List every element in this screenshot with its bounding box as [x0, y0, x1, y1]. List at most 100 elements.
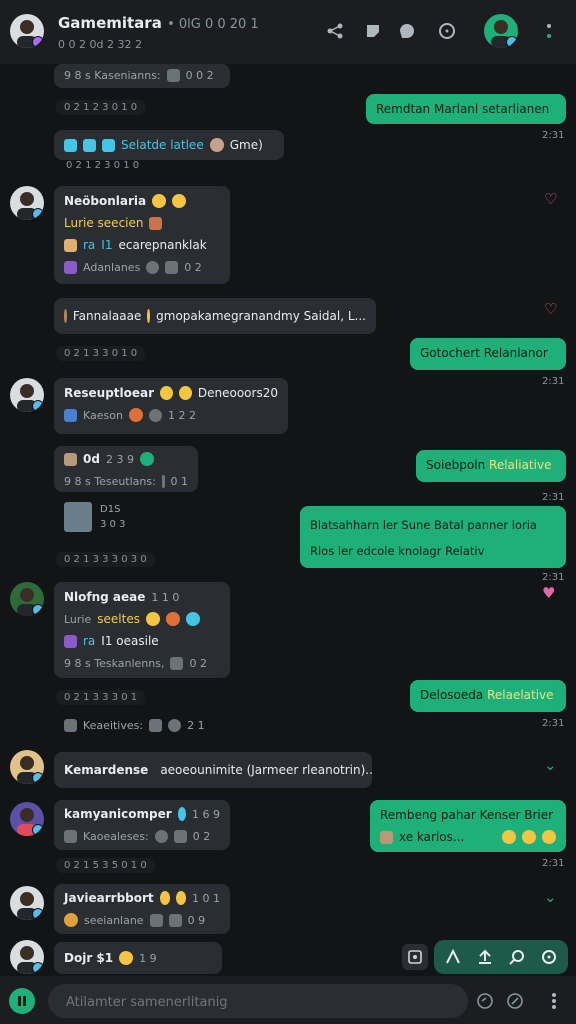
reaction-icon[interactable] [396, 20, 418, 42]
message-meta: 0 9 [187, 913, 206, 927]
message-text: Rembeng pahar Kenser Brier [380, 808, 554, 822]
sender-avatar[interactable] [10, 940, 44, 974]
sender-name: Javiearrbbort [64, 891, 154, 905]
sender-avatar[interactable] [10, 802, 44, 836]
message-time: 2:31 [542, 492, 565, 503]
sender-avatar[interactable] [10, 186, 44, 220]
message-bubble[interactable]: Reseuptloear Deneooors20 Kaeson 1 2 2 [54, 378, 288, 434]
message-text: ra [83, 634, 96, 648]
heart-outline-icon[interactable]: ♡ [544, 300, 557, 318]
message-bubble[interactable]: Nlofng aeae 1 1 0 Lurie seeltes ra I1 oeasi… [54, 582, 230, 678]
emoji-icon [64, 309, 67, 323]
emoji-icon [175, 891, 186, 905]
message-text: Kaoealeses: [83, 829, 149, 843]
message-text: Rlos ler edcole knolagr Relativ [310, 544, 485, 558]
date-separator: 0 2 1 3 3 0 1 0 [56, 346, 146, 361]
message-text: Soiebpoln [426, 458, 486, 472]
message-text: Remdtan Marlanl setarlianen [376, 102, 550, 116]
message-bubble[interactable]: Keaeitives: 2 1 [54, 712, 230, 738]
message-bubble[interactable]: Neöbonlaria Lurie seecien ra I1 ecarepnank… [54, 186, 230, 284]
chat-title-extra: • 0lG 0 0 20 1 [167, 17, 259, 32]
message-extra: Gme) [229, 138, 263, 152]
message-time: 2:31 [542, 376, 565, 387]
gif-icon[interactable] [440, 944, 466, 970]
message-bubble[interactable]: Selatde latlee Gme) [54, 130, 284, 160]
media-meta: 3 0 3 [100, 519, 126, 530]
message-bubble[interactable]: kamyanicomper 1 6 9 Kaoealeses: 0 2 [54, 800, 230, 850]
more-options-icon[interactable] [541, 988, 567, 1014]
message-meta: 1 9 [139, 951, 157, 965]
date-separator: 0 2 1 3 3 3 0 1 [56, 690, 146, 705]
chevron-down-icon[interactable]: ⌄ [544, 756, 557, 774]
sender-avatar[interactable] [10, 750, 44, 784]
chevron-down-icon[interactable]: ⌄ [544, 888, 557, 906]
search-icon[interactable] [504, 944, 530, 970]
media-message[interactable]: D1S 3 0 3 [54, 498, 144, 538]
message-time: 0 2 1 2 3 0 1 0 [66, 160, 140, 171]
message-text: seeltes [97, 612, 140, 626]
upload-icon[interactable] [472, 944, 498, 970]
message-text: Kaeson [83, 408, 123, 422]
message-bubble-sent[interactable]: Delosoeda Relaelative [410, 680, 566, 712]
emoji-icon [165, 612, 180, 626]
message-text: Adanlanes [83, 260, 141, 274]
sender-name: kamyanicomper [64, 807, 172, 821]
sender-name: Neöbonlaria [64, 194, 147, 208]
sender-avatar[interactable] [10, 378, 44, 412]
message-time: 2:31 [542, 858, 565, 869]
timer-icon[interactable] [436, 20, 458, 42]
share-icon[interactable] [324, 20, 346, 42]
emoji-icon [522, 830, 536, 844]
emoji-icon [152, 194, 167, 208]
heart-filled-icon[interactable]: ♥ [542, 584, 555, 602]
chat-title[interactable]: Gamemitara • 0lG 0 0 20 1 [58, 14, 259, 32]
message-meta: 0 1 [170, 474, 189, 488]
message-text: Selatde latlee [121, 138, 204, 152]
message-bubble[interactable]: 9 8 s Kasenianns: 0 0 2 [54, 64, 230, 88]
profile-avatar[interactable] [484, 14, 518, 48]
emoji-icon [542, 830, 556, 844]
emoji-icon [177, 807, 186, 821]
sender-name: Kemardense [64, 763, 149, 777]
message-input[interactable] [64, 984, 368, 1020]
message-bubble-sent[interactable]: Gotochert Relanlanor [410, 338, 566, 370]
contact-avatar[interactable] [10, 14, 44, 48]
message-bubble-sent[interactable]: Remdtan Marlanl setarlianen [366, 94, 566, 124]
image-thumbnail[interactable] [64, 502, 92, 532]
message-text: Relaliative [489, 458, 552, 472]
message-bubble[interactable]: 0d 2 3 9 9 8 s Teseutlans: 0 1 [54, 446, 198, 492]
message-meta: 1 0 1 [192, 891, 220, 905]
more-icon[interactable] [538, 20, 560, 42]
message-bubble-sent[interactable]: Blatsahharn ler Sune Batal panner loria … [300, 506, 566, 568]
message-text: Gotochert Relanlanor [420, 346, 548, 360]
emoji-icon[interactable] [472, 988, 498, 1014]
sender-avatar[interactable] [10, 582, 44, 616]
emoji-icon [172, 194, 187, 208]
emoji-icon [128, 408, 143, 422]
message-bubble[interactable]: Javiearrbbort 1 0 1 seeianlane 0 9 [54, 884, 230, 934]
message-composer [48, 984, 523, 1020]
message-text: 9 8 s Teseutlans: [64, 474, 156, 488]
pause-icon[interactable] [9, 988, 35, 1014]
message-meta: 0 2 [192, 829, 211, 843]
emoji-icon [139, 452, 154, 466]
emoji-icon [209, 138, 224, 152]
message-bubble-sent[interactable]: Rembeng pahar Kenser Brier xe karlos... [370, 800, 566, 852]
sender-name: Nlofng aeae [64, 590, 146, 604]
message-bubble[interactable]: Fannalaaae gmopakamegranandmy Saidal, L..… [54, 298, 376, 334]
sender-avatar[interactable] [10, 886, 44, 920]
gallery-icon[interactable] [402, 944, 428, 970]
message-bubble-sent[interactable]: Soiebpoln Relaliative [416, 450, 566, 482]
sticker-icon[interactable] [362, 20, 384, 42]
timer-icon[interactable] [536, 944, 562, 970]
emoji-icon [185, 612, 200, 626]
message-meta: 0 2 [184, 260, 202, 274]
heart-outline-icon[interactable]: ♡ [544, 190, 557, 208]
message-bubble[interactable]: Dojr $1 1 9 [54, 942, 222, 974]
message-text: aeoeounimite (Jarmeer rleanotrin)... [160, 763, 372, 777]
message-text: I1 [101, 238, 113, 252]
message-bubble[interactable]: Kemardense aeoeounimite (Jarmeer rleanotr… [54, 752, 372, 788]
attach-icon[interactable] [502, 988, 528, 1014]
message-meta: 2 3 9 [105, 452, 134, 466]
chat-subtitle: 0 0 2 0d 2 32 2 [58, 38, 142, 51]
